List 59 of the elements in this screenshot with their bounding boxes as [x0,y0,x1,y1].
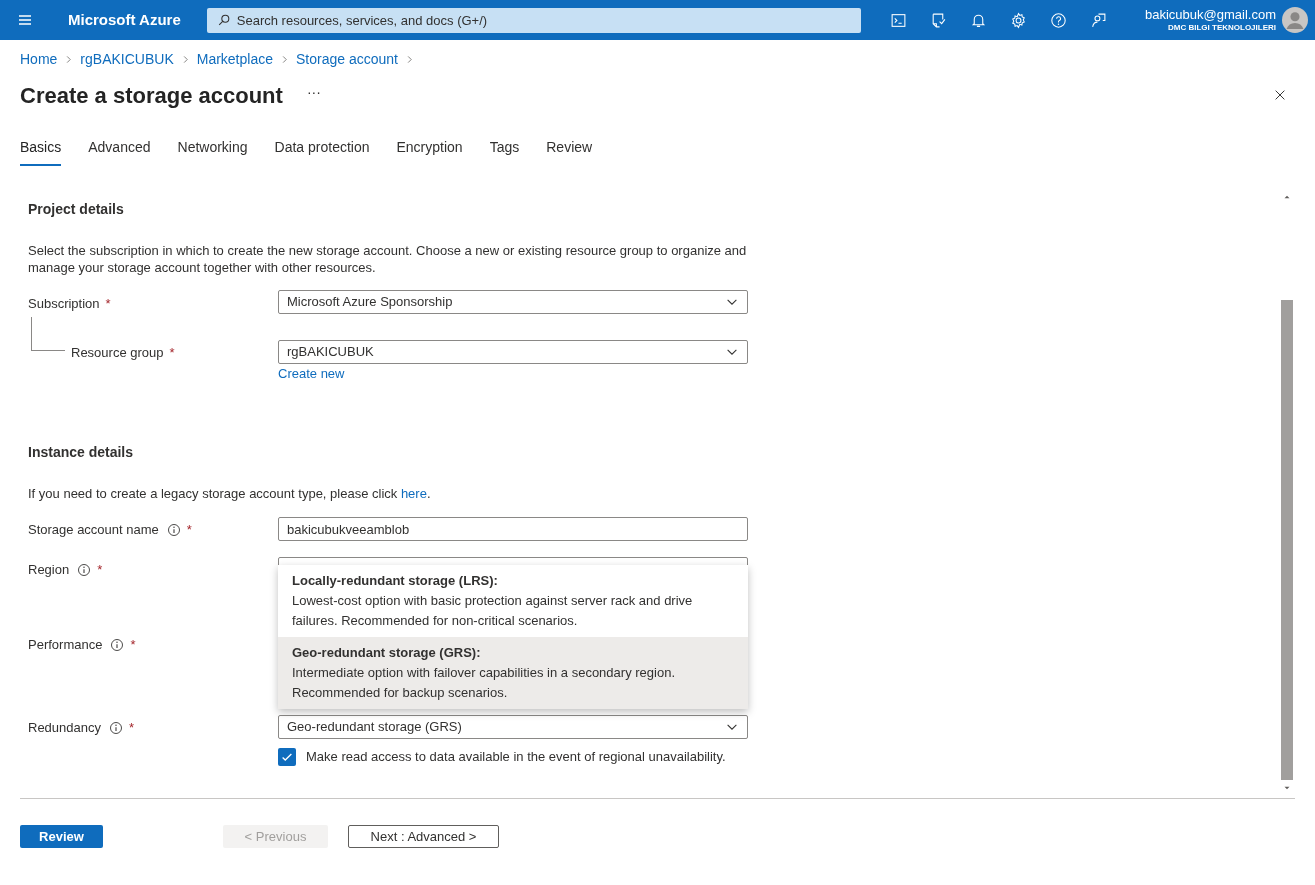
tab[interactable]: Advanced [88,137,151,166]
directory-name: DMC BILGI TEKNOLOJILERI [1168,23,1276,34]
help-icon[interactable] [1049,11,1067,29]
required-mark: * [105,295,111,314]
field-label: Resource group [71,344,164,363]
tab[interactable]: Review [546,137,593,166]
field-label: Storage account name [28,521,159,540]
select-field[interactable]: Geo-redundant storage (GRS) [278,715,748,739]
page-title: Create a storage account [20,81,283,110]
section-description: Select the subscription in which to create the new storage account. Choose a new or existing resource group to organize and manage your storage account together with other resources. [28,242,748,276]
breadcrumb-link[interactable]: Marketplace [196,48,273,70]
create-new-link[interactable]: Create new [278,366,345,382]
settings-icon[interactable] [1009,11,1027,29]
info-icon[interactable] [109,721,123,735]
search-icon [216,12,231,27]
avatar-icon[interactable] [1282,7,1308,33]
section-heading: Instance details [28,443,135,462]
breadcrumb-link[interactable]: Storage account [296,48,398,70]
field-label: Redundancy [28,719,101,738]
required-mark: * [186,521,192,540]
checkbox[interactable] [278,747,296,766]
terminal-icon[interactable] [889,11,907,29]
section-description: If you need to create a legacy storage account type, please click here. [28,485,432,502]
menu-icon[interactable] [17,12,33,28]
info-icon[interactable] [77,563,92,577]
breadcrumb-link[interactable]: rgBAKICUBUK [80,48,174,70]
field-label: Subscription [28,295,100,314]
here-link[interactable]: here [400,486,427,501]
text-field[interactable]: bakicubukveeamblob [278,517,748,541]
required-mark: * [169,344,175,363]
scrollbar-thumb[interactable] [1281,300,1293,780]
info-icon[interactable] [110,638,125,652]
tab[interactable]: Basics [20,137,62,166]
tab[interactable]: Tags [489,137,520,166]
feedback-icon[interactable] [1089,11,1107,29]
breadcrumb-link[interactable]: Home [20,48,58,70]
select-field[interactable]: Microsoft Azure Sponsorship [278,290,748,314]
footer-button[interactable]: Review [20,825,103,848]
tab[interactable]: Encryption [396,137,463,166]
dropdown-option[interactable]: Geo-redundant storage (GRS): Intermediate option with failover capabilities in a secondary region. Recommended for backup scenarios. [278,637,748,709]
info-icon[interactable] [166,523,181,537]
tab[interactable]: Networking [177,137,248,166]
required-mark: * [129,719,135,738]
footer-button[interactable]: Next : Advanced > [348,825,499,848]
required-mark: * [130,636,136,655]
field-label: Region [28,561,70,580]
section-heading: Project details [28,200,125,219]
tree-connector-line [31,317,65,351]
more-button[interactable]: ··· [306,81,321,103]
required-mark: * [97,561,103,580]
brand-name[interactable]: Microsoft Azure [68,8,181,32]
close-icon[interactable] [1273,88,1287,102]
dropdown-option[interactable]: Locally-redundant storage (LRS): Lowest-cost option with basic protection against server rack and drive failures. Recommended for non-critical scenarios. [278,565,748,637]
field-label: Performance [28,636,103,655]
account-email[interactable]: bakicubuk@gmail.com [1145,6,1276,24]
search-field[interactable]: Search resources, services, and docs (G+/) [206,7,861,33]
select-field[interactable]: rgBAKICUBUK [278,340,748,364]
tab[interactable]: Data protection [274,137,370,166]
checkbox-label[interactable]: Make read access to data available in the event of regional unavailability. [306,747,726,767]
